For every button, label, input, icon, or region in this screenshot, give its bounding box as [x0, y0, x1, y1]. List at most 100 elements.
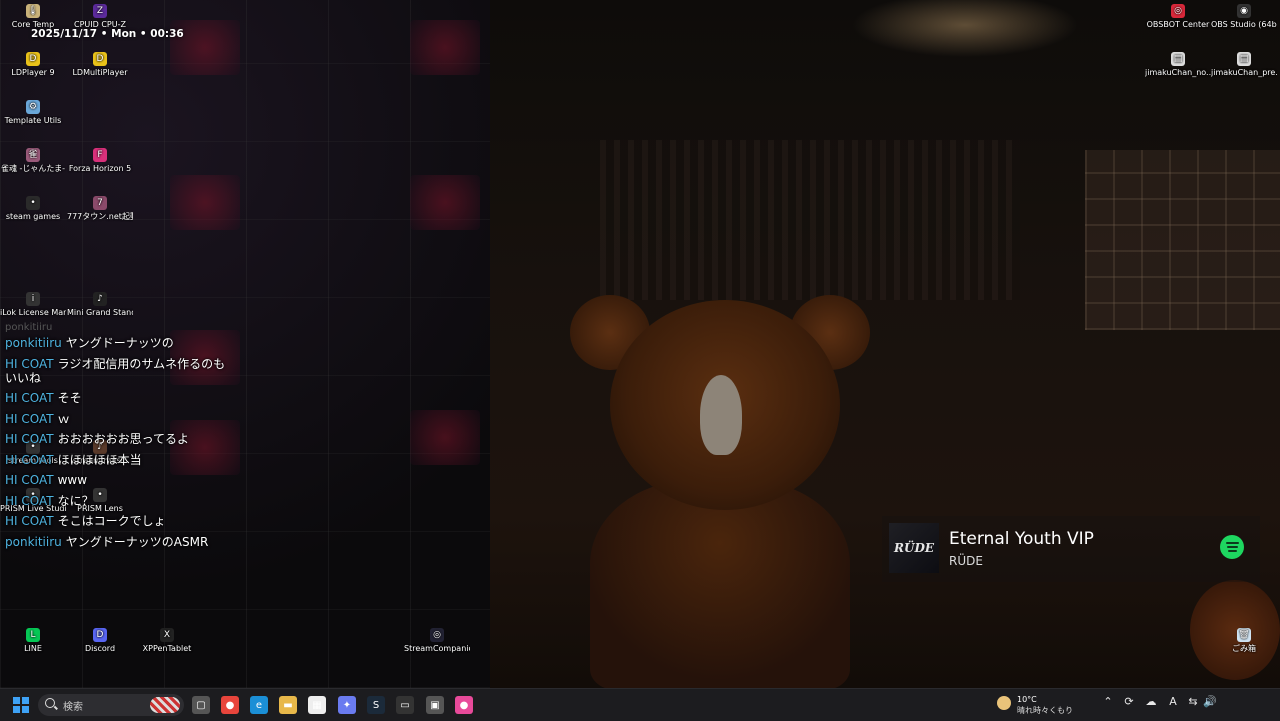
desktop-app-icon: 🌡	[26, 4, 40, 18]
wallpaper-tile	[170, 175, 240, 230]
spotify-icon[interactable]	[1220, 535, 1244, 559]
desktop-icon-label: Mini Grand Standalone	[67, 308, 133, 317]
desktop-icon[interactable]: 雀雀魂 -じゃんたま-	[0, 148, 66, 174]
desktop-icon-label: Discord	[84, 644, 116, 653]
wallpaper-tile	[410, 20, 480, 75]
chat-message: HI COAT www	[5, 473, 235, 487]
desktop-icon[interactable]: ▤ jimakuChan_pre...	[1211, 52, 1277, 78]
chat-username: ponkitiiru	[5, 534, 62, 549]
desktop-icon[interactable]: D LDPlayer 9	[0, 52, 66, 78]
desktop-icon[interactable]: Z CPUID CPU-Z	[67, 4, 133, 30]
tray-chevron-up-icon[interactable]: ⌃	[1101, 695, 1115, 708]
taskbar-chrome-icon[interactable]: ●	[221, 696, 239, 714]
chat-username: HI COAT	[5, 391, 54, 405]
search-icon	[45, 698, 55, 708]
tray-volume-icon[interactable]: 🔊	[1203, 695, 1217, 708]
chat-text: ほほほほほ本当	[57, 452, 142, 467]
desktop-icon[interactable]: D Discord	[67, 628, 133, 654]
desktop-app-icon: ◉	[1237, 4, 1251, 18]
desktop-icon-label: LDPlayer 9	[11, 68, 55, 77]
desktop-icon[interactable]: i iLok License Manager	[0, 292, 66, 318]
taskbar-edge-icon[interactable]: e	[250, 696, 268, 714]
desktop-icon[interactable]: X XPPenTablet	[134, 628, 200, 654]
desktop-icon[interactable]: ◎ OBSBOT Center	[1145, 4, 1211, 30]
desktop-app-icon: L	[26, 628, 40, 642]
desktop-icon[interactable]: ◉ OBS Studio (64bit)	[1211, 4, 1277, 30]
weather-widget[interactable]: 10°C 晴れ時々くもり	[997, 694, 1087, 716]
wallpaper-tile	[410, 410, 480, 465]
taskbar-app-2-icon[interactable]: ▣	[426, 696, 444, 714]
taskbar-task-view-icon[interactable]: ▢	[192, 696, 210, 714]
chat-text: ｗ	[57, 411, 70, 426]
tray-sync-icon[interactable]: ⟳	[1122, 695, 1136, 708]
chat-username: HI COAT	[5, 473, 54, 487]
taskbar-search[interactable]: 検索	[38, 694, 184, 716]
desktop-icon-label: OBS Studio (64bit)	[1211, 20, 1277, 29]
taskbar-explorer-icon[interactable]: ▬	[279, 696, 297, 714]
taskbar-copilot-icon[interactable]: ✦	[338, 696, 356, 714]
desktop-icon-label: OBSBOT Center	[1146, 20, 1210, 29]
wallpaper-bear-horn	[700, 375, 742, 455]
weather-condition: 晴れ時々くもり	[1017, 706, 1073, 715]
desktop-icon[interactable]: 🌡 Core Temp	[0, 4, 66, 30]
desktop-app-icon: ◎	[430, 628, 444, 642]
desktop-app-icon: F	[93, 148, 107, 162]
datetime-overlay: 2025/11/17 • Mon • 00:36	[31, 28, 184, 40]
chat-username: HI COAT	[5, 493, 54, 508]
desktop-icon-label: 雀魂 -じゃんたま-	[0, 164, 66, 173]
desktop-icon[interactable]: L LINE	[0, 628, 66, 654]
chat-message: HI COAT おおおおおお思ってるよ	[5, 432, 235, 446]
track-artist: RÜDE	[949, 554, 983, 568]
tray-network-icon[interactable]: ⇆	[1186, 695, 1200, 708]
desktop-icon[interactable]: ◎ StreamCompanion	[404, 628, 470, 654]
chat-message: ponkitiiru ヤングドーナッツのASMR	[5, 535, 235, 549]
now-playing-card[interactable]: RÜDE Eternal Youth VIP RÜDE	[882, 516, 1260, 582]
desktop-app-icon: Z	[93, 4, 107, 18]
desktop-icon[interactable]: D LDMultiPlayer	[67, 52, 133, 78]
taskbar-app-3-icon[interactable]: ●	[455, 696, 473, 714]
desktop-app-icon: 7	[93, 196, 107, 210]
album-art: RÜDE	[889, 523, 939, 573]
desktop-app-icon: D	[93, 628, 107, 642]
desktop-icon-label: 777タウン.net起動	[67, 212, 133, 221]
desktop-app-icon: ▤	[1237, 52, 1251, 66]
desktop-icon-label: StreamCompanion	[404, 644, 470, 653]
taskbar-app-1-icon[interactable]: ▭	[396, 696, 414, 714]
desktop-icon-label: steam games	[5, 212, 61, 221]
chat-text: ヤングドーナッツのASMR	[65, 534, 209, 549]
desktop-icon[interactable]: ⚙ Template Utils	[0, 100, 66, 126]
taskbar-steam-icon[interactable]: S	[367, 696, 385, 714]
desktop-icon-label: jimakuChan_no...	[1145, 68, 1211, 77]
taskbar-store-icon[interactable]: ▦	[308, 696, 326, 714]
chat-message: HI COAT ｗ	[5, 412, 235, 426]
tray-cloud-icon[interactable]: ☁	[1144, 695, 1158, 708]
desktop-icon[interactable]: F Forza Horizon 5	[67, 148, 133, 174]
tray-ime-icon[interactable]: A	[1166, 695, 1180, 708]
desktop-icon-label: LDMultiPlayer	[72, 68, 128, 77]
chat-message: HI COAT ほほほほほ本当	[5, 453, 235, 467]
desktop-icon[interactable]: ▤ jimakuChan_no...	[1145, 52, 1211, 78]
search-highlight-icon	[150, 697, 180, 713]
chat-username: HI COAT	[5, 514, 54, 528]
chat-text: そこはコークでしょ	[57, 514, 166, 528]
desktop-icon[interactable]: ♪ Mini Grand Standalone	[67, 292, 133, 318]
chat-username: HI COAT	[5, 432, 54, 446]
chat-text: ヤングドーナッツの	[65, 336, 174, 350]
chat-message: HI COAT そこはコークでしょ	[5, 514, 235, 528]
chat-username: HI COAT	[5, 356, 54, 371]
desktop-app-icon: •	[26, 196, 40, 210]
chat-message: HI COAT そそ	[5, 391, 235, 405]
desktop-icon[interactable]: • steam games	[0, 196, 66, 222]
desktop-icon-label: iLok License Manager	[0, 308, 66, 317]
chat-ghost-text: ponkitiiru	[5, 322, 53, 333]
weather-temp: 10°C	[1017, 695, 1037, 704]
desktop-icon-label: jimakuChan_pre...	[1211, 68, 1277, 77]
desktop-icon[interactable]: 7 777タウン.net起動	[67, 196, 133, 222]
taskbar: 検索 ▢ ● e ▬ ▦ ✦ S ▭ ▣ ● 10°C 晴れ時々くもり ⌃ ⟳ ☁ A ⇆ 🔊	[0, 688, 1280, 721]
chat-text: おおおおおお思ってるよ	[57, 432, 190, 446]
desktop-icon[interactable]: 🗑 ごみ箱	[1211, 628, 1277, 654]
desktop-icon-label: LINE	[24, 644, 42, 653]
desktop-icon-label: Forza Horizon 5	[68, 164, 132, 173]
start-button[interactable]	[13, 697, 29, 713]
desktop-app-icon: 雀	[26, 148, 40, 162]
